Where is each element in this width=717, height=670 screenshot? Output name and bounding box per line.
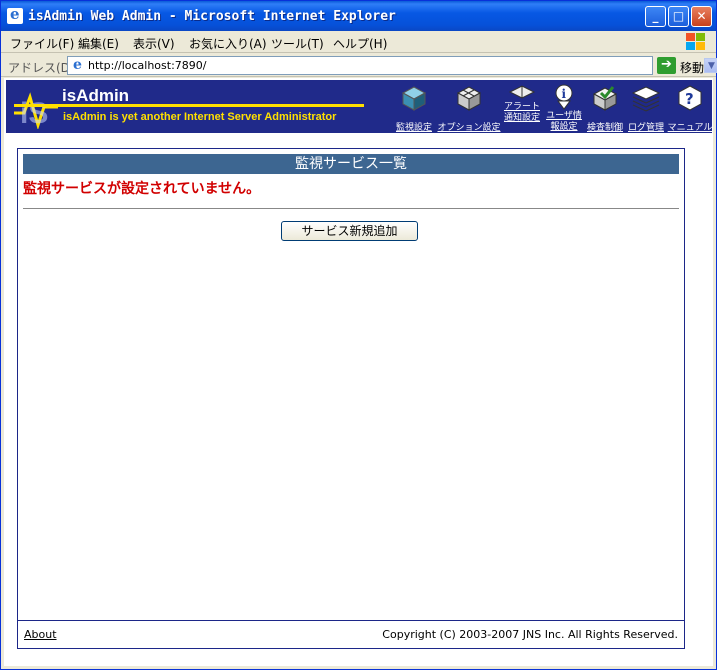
- footer-divider: [18, 620, 684, 621]
- empty-message: 監視サービスが設定されていません。: [23, 181, 261, 197]
- nav-label-inspection: 検査制御: [586, 123, 623, 133]
- user-info-icon: i: [555, 84, 573, 110]
- windows-logo-icon: [684, 32, 706, 52]
- add-service-button[interactable]: サービス新規追加: [281, 221, 418, 241]
- divider: [23, 208, 679, 209]
- ie-icon: [7, 5, 23, 24]
- menu-view[interactable]: 表示(V): [133, 35, 175, 52]
- help-icon: ?: [678, 85, 702, 111]
- nav-label-option: オプション設定: [437, 123, 501, 133]
- svg-text:?: ?: [685, 90, 694, 108]
- window-title: isAdmin Web Admin - Microsoft Internet E…: [28, 9, 396, 24]
- nav-log-management[interactable]: ログ管理: [625, 84, 667, 133]
- panel-title: 監視サービス一覧: [23, 154, 679, 174]
- copyright-text: Copyright (C) 2003-2007 JNS Inc. All Rig…: [382, 628, 678, 641]
- go-arrow-icon[interactable]: ➔: [657, 57, 676, 74]
- page-icon: e: [73, 57, 82, 73]
- menu-file[interactable]: ファイル(F): [10, 35, 74, 52]
- page-viewport: iS isAdmin isAdmin is yet another Intern…: [4, 78, 713, 666]
- address-url: http://localhost:7890/: [88, 59, 207, 72]
- address-bar: アドレス(D) e http://localhost:7890/ ▼ ➔ 移動: [1, 54, 717, 77]
- title-bar[interactable]: isAdmin Web Admin - Microsoft Internet E…: [1, 1, 716, 31]
- maximize-button[interactable]: □: [668, 6, 689, 27]
- menu-bar: ファイル(F) 編集(E) 表示(V) お気に入り(A) ツール(T) ヘルプ(…: [1, 31, 716, 53]
- chevron-down-icon[interactable]: ▼: [704, 58, 717, 73]
- nav-label-user: ユーザ情報設定: [546, 111, 582, 132]
- app-header: iS isAdmin isAdmin is yet another Intern…: [6, 80, 712, 133]
- logo-underline: [14, 104, 364, 107]
- nav-label-log: ログ管理: [627, 123, 664, 133]
- address-input[interactable]: e http://localhost:7890/ ▼: [67, 56, 717, 75]
- app-tagline: isAdmin is yet another Internet Server A…: [63, 111, 337, 123]
- browser-window: isAdmin Web Admin - Microsoft Internet E…: [0, 0, 717, 670]
- nav-option-settings[interactable]: オプション設定: [437, 84, 501, 133]
- address-label: アドレス(D): [8, 61, 75, 75]
- cube-icon: [401, 86, 427, 111]
- nav-label-monitor: 監視設定: [395, 123, 432, 133]
- nav-alert-settings[interactable]: アラート通知設定: [501, 84, 543, 133]
- service-list-panel: 監視サービス一覧 監視サービスが設定されていません。 サービス新規追加 Abou…: [17, 148, 685, 649]
- nav-monitor-settings[interactable]: 監視設定: [391, 84, 437, 133]
- go-button[interactable]: 移動: [680, 59, 704, 76]
- about-link[interactable]: About: [24, 628, 57, 641]
- nav-manual[interactable]: ? マニュアル: [667, 84, 713, 133]
- log-stack-icon: [631, 86, 661, 112]
- app-name: isAdmin: [62, 86, 130, 105]
- svg-text:i: i: [562, 87, 567, 101]
- network-cube-icon: [456, 86, 482, 111]
- menu-tools[interactable]: ツール(T): [271, 35, 324, 52]
- alert-icon: [508, 85, 536, 99]
- menu-favorites[interactable]: お気に入り(A): [189, 35, 267, 52]
- menu-edit[interactable]: 編集(E): [78, 35, 119, 52]
- minimize-button[interactable]: _: [645, 6, 666, 27]
- nav-inspection-control[interactable]: 検査制御: [585, 84, 625, 133]
- nav-user-settings[interactable]: i ユーザ情報設定: [543, 84, 585, 133]
- menu-help[interactable]: ヘルプ(H): [333, 35, 387, 52]
- close-button[interactable]: ✕: [691, 6, 712, 27]
- inspection-icon: [592, 86, 618, 111]
- nav-label-manual: マニュアル: [667, 123, 713, 133]
- nav-label-alert: アラート通知設定: [503, 102, 540, 123]
- svg-text:iS: iS: [20, 97, 48, 129]
